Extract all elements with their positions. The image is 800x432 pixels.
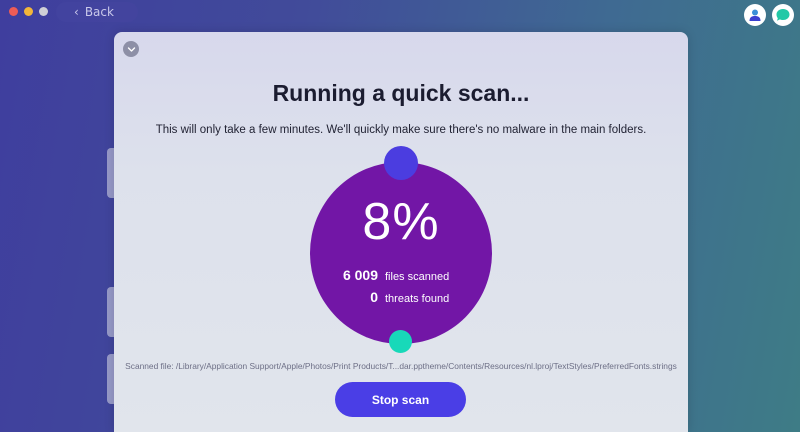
account-icon xyxy=(749,9,761,21)
scan-panel: Running a quick scan... This will only t… xyxy=(114,32,688,432)
scanned-file-path: Scanned file: /Library/Application Suppo… xyxy=(125,361,677,371)
progress-percent: 8% xyxy=(362,193,440,251)
collapse-button[interactable] xyxy=(123,41,139,57)
chat-assistant-icon xyxy=(776,9,790,21)
window-controls xyxy=(9,7,48,16)
back-button[interactable]: ‹ Back xyxy=(56,2,138,22)
back-label: Back xyxy=(84,5,114,19)
minimize-window-button[interactable] xyxy=(24,7,33,16)
stop-scan-button[interactable]: Stop scan xyxy=(335,382,466,417)
chevron-left-icon: ‹ xyxy=(74,5,79,19)
progress-circle: 8% 6 009 files scanned 0 threats found xyxy=(310,162,492,344)
app-window: ‹ Back Running a quick scan... This will… xyxy=(0,0,800,432)
account-button[interactable] xyxy=(744,4,766,26)
files-scanned-count: 6 009 xyxy=(342,267,378,283)
page-title: Running a quick scan... xyxy=(272,80,530,106)
threats-label: threats found xyxy=(385,293,450,305)
chevron-down-icon xyxy=(127,46,135,52)
progress-start-knob xyxy=(384,146,418,180)
files-scanned-row: 6 009 files scanned xyxy=(310,267,492,283)
header-actions xyxy=(744,4,794,26)
threats-count: 0 xyxy=(370,289,378,305)
threats-found-row: 0 threats found xyxy=(310,289,492,305)
scan-description: This will only take a few minutes. We'll… xyxy=(155,124,647,136)
close-window-button[interactable] xyxy=(9,7,18,16)
zoom-window-button[interactable] xyxy=(39,7,48,16)
chat-assistant-button[interactable] xyxy=(772,4,794,26)
files-scanned-label: files scanned xyxy=(385,271,450,283)
progress-end-knob xyxy=(389,330,412,353)
